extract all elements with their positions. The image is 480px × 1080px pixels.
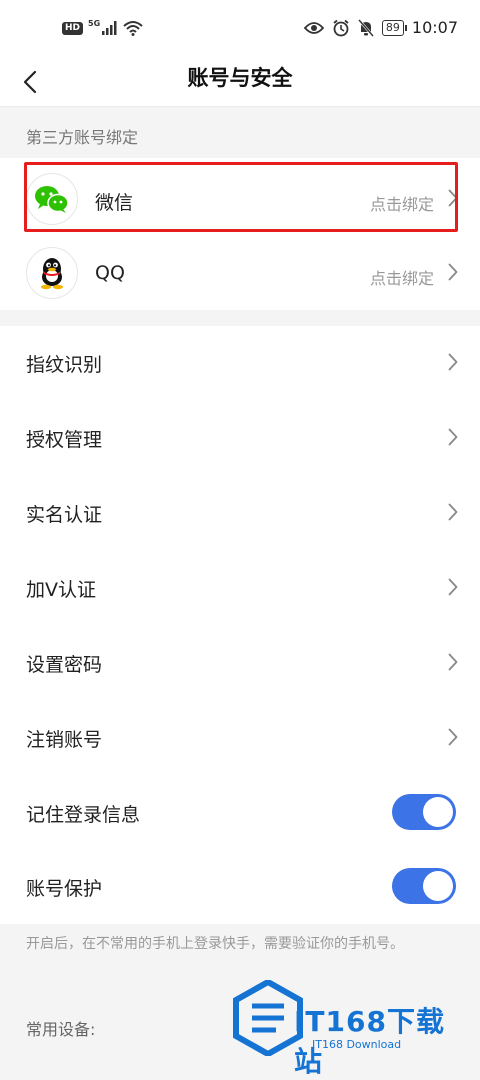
status-right: 89 10:07: [303, 18, 458, 37]
third-party-bind-list: 微信 点击绑定 QQ 点击绑定: [0, 158, 480, 310]
settings-row-fingerprint[interactable]: 指纹识别: [0, 326, 480, 400]
bind-row-qq[interactable]: QQ 点击绑定: [0, 236, 480, 310]
chevron-right-icon: [448, 653, 458, 671]
row-label: 注销账号: [26, 729, 103, 751]
toggle-knob: [423, 797, 453, 827]
toggle-knob: [423, 871, 453, 901]
row-label: 加V认证: [26, 579, 96, 601]
battery-level: 89: [381, 19, 407, 36]
settings-row-delete-account[interactable]: 注销账号: [0, 701, 480, 775]
chevron-right-icon: [448, 353, 458, 371]
page-title: 账号与安全: [187, 66, 293, 90]
section-divider: [0, 310, 480, 326]
eye-icon: [303, 21, 324, 34]
clock: 10:07: [411, 18, 458, 37]
bind-action-wechat: 点击绑定: [369, 195, 434, 214]
chevron-right-icon: [448, 263, 458, 281]
row-label: 记住登录信息: [26, 804, 141, 826]
network-type: 5G: [88, 18, 101, 28]
bind-row-wechat[interactable]: 微信 点击绑定: [0, 162, 480, 236]
settings-row-verified[interactable]: 加V认证: [0, 551, 480, 625]
status-left: HD 5G: [62, 18, 143, 36]
bind-action-qq: 点击绑定: [369, 269, 434, 288]
chevron-right-icon: [448, 503, 458, 521]
account-protection-toggle[interactable]: [392, 868, 456, 904]
settings-row-account-protection: 账号保护: [0, 850, 480, 924]
watermark-sub: IT168 Download: [312, 1038, 402, 1051]
row-label: 指纹识别: [26, 354, 103, 376]
section-title: 第三方账号绑定: [26, 128, 139, 147]
settings-row-remember-login: 记住登录信息: [0, 776, 480, 850]
wifi-icon: [123, 21, 143, 36]
qq-avatar: [26, 247, 78, 299]
signal-icon: [102, 21, 117, 35]
status-bar: HD 5G 89 10:07: [0, 0, 480, 58]
devices-title: 常用设备:: [26, 1020, 96, 1039]
qq-penguin-icon: [41, 258, 63, 290]
remember-login-toggle[interactable]: [392, 794, 456, 830]
wechat-icon: [35, 186, 69, 213]
chevron-right-icon: [448, 578, 458, 596]
chevron-right-icon: [448, 728, 458, 746]
row-label: 账号保护: [26, 878, 103, 900]
alarm-icon: [333, 19, 349, 36]
section-header-third-party: 第三方账号绑定: [0, 106, 480, 157]
chevron-right-icon: [448, 428, 458, 446]
settings-row-password[interactable]: 设置密码: [0, 626, 480, 700]
row-label: 设置密码: [26, 654, 103, 676]
nav-bar: 账号与安全: [0, 58, 480, 106]
settings-list: 指纹识别 授权管理 实名认证 加V认证 设置密码 注销账号 记住登录信息 账号保…: [0, 326, 480, 924]
mute-bell-icon: [357, 18, 374, 37]
watermark: IT168下载站 IT168 Download: [232, 980, 472, 1078]
wechat-avatar: [26, 173, 78, 225]
protection-note: 开启后，在不常用的手机上登录快手，需要验证你的手机号。: [26, 936, 404, 952]
settings-row-real-name[interactable]: 实名认证: [0, 476, 480, 550]
settings-row-authorization[interactable]: 授权管理: [0, 401, 480, 475]
hd-badge: HD: [62, 21, 84, 35]
chevron-right-icon: [448, 189, 458, 207]
bind-name-qq: QQ: [95, 262, 125, 284]
bind-name-wechat: 微信: [95, 192, 134, 214]
row-label: 授权管理: [26, 429, 103, 451]
row-label: 实名认证: [26, 504, 103, 526]
